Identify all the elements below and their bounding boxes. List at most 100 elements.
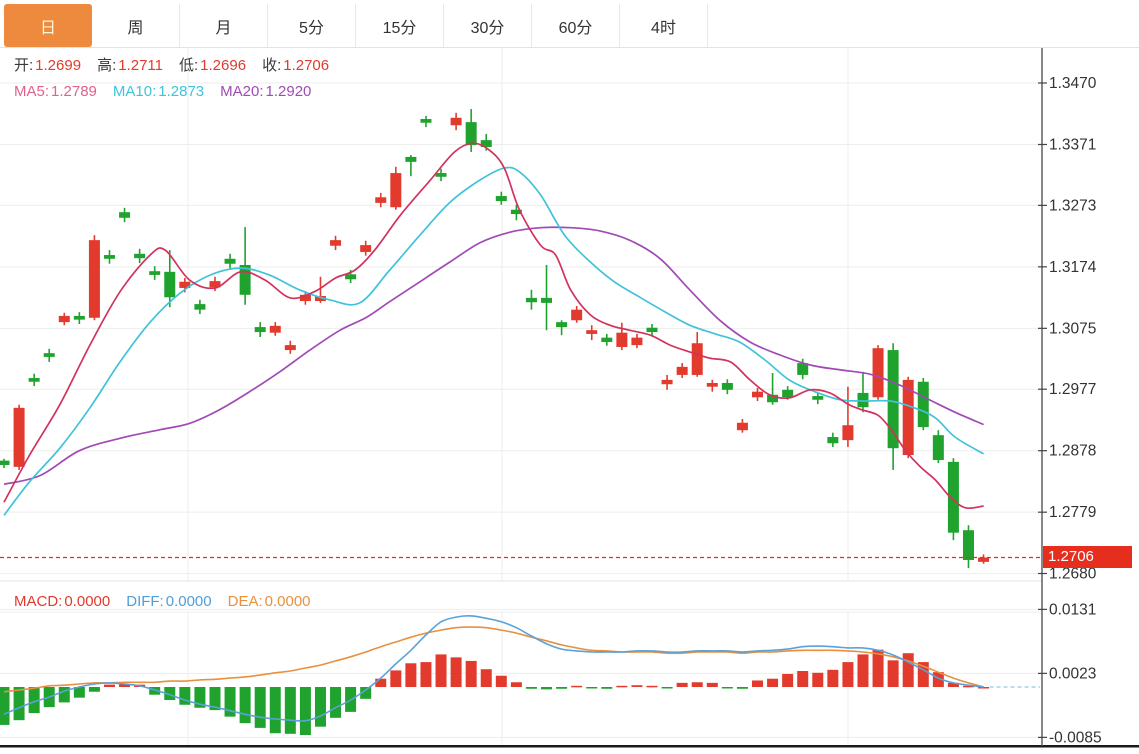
bottom-bar xyxy=(0,745,1139,748)
candle-body xyxy=(269,325,281,333)
macd-histogram-bar xyxy=(541,687,553,690)
macd-histogram-bar xyxy=(450,657,462,687)
candle-body xyxy=(978,557,990,562)
macd-histogram-bar xyxy=(330,687,342,718)
macd-histogram-bar xyxy=(314,687,326,727)
macd-histogram-bar xyxy=(420,662,432,687)
ma20-line xyxy=(3,226,984,486)
macd-histogram-bar xyxy=(782,673,794,687)
trading-chart-app: 1.3470 1.3371 1.3273 1.3174 1.3075 1.2977 1.28… xyxy=(0,0,1139,754)
macd-histogram-bar xyxy=(601,687,613,689)
last-price-badge: 1.2706 xyxy=(1043,546,1132,568)
candle-body xyxy=(345,274,357,280)
macd-histogram-bar xyxy=(556,687,568,689)
macd-histogram-bar xyxy=(872,649,884,687)
candle-body xyxy=(601,337,613,342)
macd-histogram-bar xyxy=(465,660,477,687)
candle-body xyxy=(0,460,10,465)
axis-tick-label: 0.0131 xyxy=(1049,601,1096,618)
axis-tick-label: 1.3273 xyxy=(1049,197,1096,214)
timeframe-tab-1[interactable]: 日 xyxy=(4,4,92,47)
macd-histogram-bar xyxy=(736,687,748,689)
macd-histogram-bar xyxy=(269,687,281,734)
macd-histogram-bar xyxy=(646,685,658,688)
candle-body xyxy=(224,258,236,264)
macd-histogram-bar xyxy=(88,687,100,692)
candle-body xyxy=(43,353,55,357)
timeframe-tab-4[interactable]: 5分 xyxy=(268,4,356,47)
axis-tick-label: 1.3371 xyxy=(1049,136,1096,153)
candle-body xyxy=(586,330,598,334)
candle-body xyxy=(435,173,447,177)
axis-tick-label: 1.2680 xyxy=(1049,566,1097,583)
macd-histogram-bar xyxy=(239,687,251,724)
candle-body xyxy=(330,240,342,246)
timeframe-tab-6[interactable]: 30分 xyxy=(444,4,532,47)
timeframe-tab-3[interactable]: 月 xyxy=(180,4,268,47)
chart-canvas[interactable]: 1.3470 1.3371 1.3273 1.3174 1.3075 1.2977 1.28… xyxy=(0,0,1139,754)
timeframe-tab-2[interactable]: 周 xyxy=(92,4,180,47)
candle-body xyxy=(88,240,100,318)
macd-histogram-bar xyxy=(525,687,537,689)
candle-body xyxy=(541,297,553,303)
axis-tick-label: 1.2878 xyxy=(1049,443,1096,460)
candle-body xyxy=(13,407,25,467)
macd-histogram-bar xyxy=(480,669,492,687)
timeframe-tab-7[interactable]: 60分 xyxy=(532,4,620,47)
candle-body xyxy=(661,379,673,385)
diff-line xyxy=(3,615,984,722)
candle-body xyxy=(420,119,432,123)
candle-body xyxy=(450,117,462,126)
macd-histogram-bar xyxy=(375,678,387,687)
candle-body xyxy=(119,212,131,218)
macd-histogram-bar xyxy=(721,687,733,689)
candle-body xyxy=(254,327,266,333)
timeframe-tab-5[interactable]: 15分 xyxy=(356,4,444,47)
timeframe-tab-8[interactable]: 4时 xyxy=(620,4,708,47)
candle-body xyxy=(827,437,839,444)
candle-body xyxy=(465,122,477,146)
macd-histogram-bar xyxy=(752,680,763,687)
candle-body xyxy=(646,327,658,333)
axis-tick-label: -0.0085 xyxy=(1049,729,1102,746)
macd-histogram-bar xyxy=(857,654,869,687)
candle-body xyxy=(736,422,748,431)
macd-histogram-bar xyxy=(691,682,703,687)
candle-body xyxy=(194,304,206,310)
candle-body xyxy=(616,332,628,347)
macd-histogram-bar xyxy=(797,670,809,687)
candle-body xyxy=(390,173,402,208)
macd-histogram-bar xyxy=(812,672,824,687)
macd-histogram-bar xyxy=(510,682,522,687)
candle-body xyxy=(691,343,703,375)
candle-body xyxy=(782,389,794,398)
candle-body xyxy=(676,366,688,375)
macd-histogram-bar xyxy=(179,687,191,705)
macd-histogram-bar xyxy=(586,687,598,689)
candle-body xyxy=(103,255,115,259)
macd-histogram-bar xyxy=(405,663,417,687)
macd-histogram-bar xyxy=(676,682,688,687)
ma10-line xyxy=(3,166,985,516)
axis-tick-label: 1.2977 xyxy=(1049,381,1096,398)
macd-histogram-bar xyxy=(706,682,718,687)
candle-body xyxy=(28,378,40,382)
candle-body xyxy=(164,271,176,298)
candle-body xyxy=(857,392,869,408)
macd-histogram-bar xyxy=(495,675,507,687)
candle-body xyxy=(556,322,568,328)
macd-histogram-bar xyxy=(390,670,402,687)
candle-body xyxy=(284,345,296,351)
candle-body xyxy=(360,245,372,252)
macd-histogram-bar xyxy=(767,678,779,687)
candle-body xyxy=(721,382,733,390)
candle-body xyxy=(842,425,854,441)
macd-histogram-bar xyxy=(827,669,839,687)
candle-body xyxy=(525,297,537,303)
macd-histogram-bar xyxy=(631,685,643,687)
macd-histogram-bar xyxy=(13,687,25,721)
macd-histogram-bar xyxy=(842,662,854,687)
candle-body xyxy=(73,315,85,320)
candle-body xyxy=(812,396,824,400)
candle-body xyxy=(932,435,944,461)
